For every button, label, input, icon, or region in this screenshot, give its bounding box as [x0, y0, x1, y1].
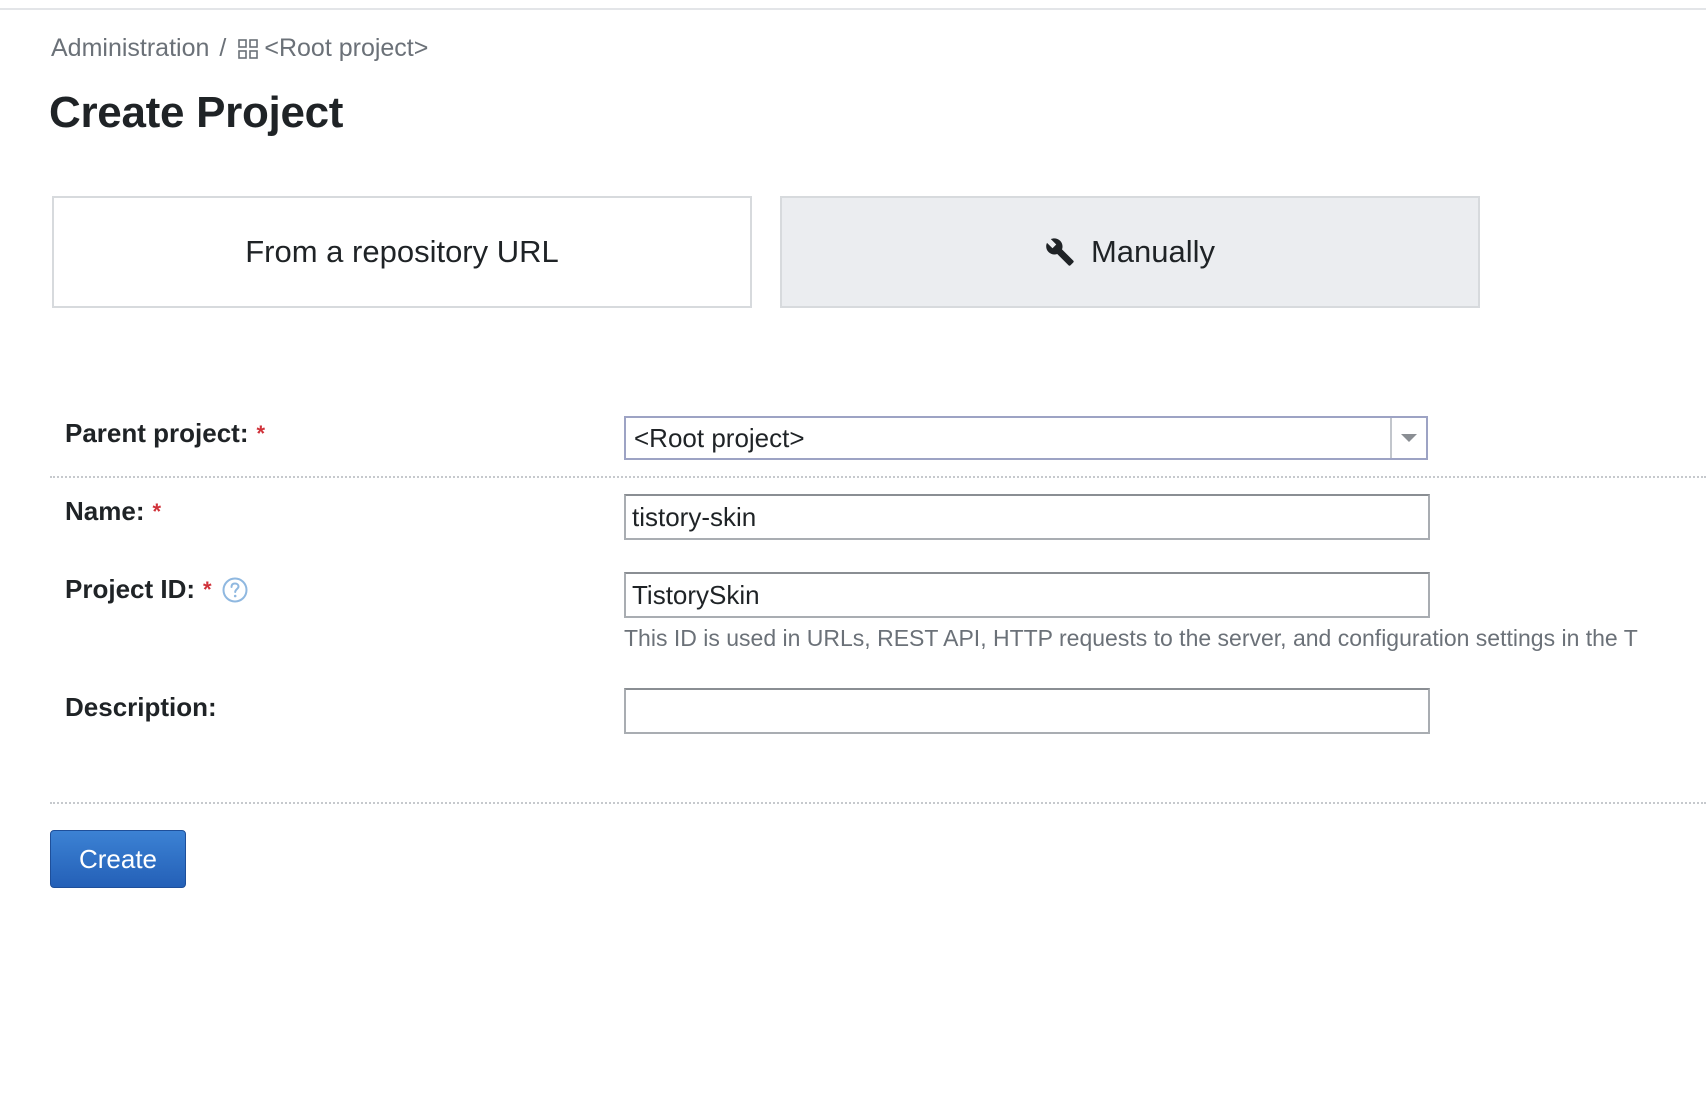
breadcrumb-separator: / — [219, 34, 227, 62]
project-id-hint: This ID is used in URLs, REST API, HTTP … — [624, 625, 1638, 651]
description-label-text: Description: — [65, 692, 217, 722]
breadcrumb: Administration / <Root project> — [51, 34, 428, 63]
project-id-label-text: Project ID: — [65, 574, 196, 604]
parent-project-label: Parent project: * — [65, 418, 265, 449]
required-marker: * — [152, 498, 162, 524]
name-label: Name: * — [65, 496, 161, 527]
project-id-input-value: TistorySkin — [632, 579, 760, 610]
name-input[interactable]: tistory-skin — [624, 494, 1430, 540]
form-divider — [50, 802, 1706, 804]
form-divider — [50, 476, 1706, 478]
help-icon[interactable] — [222, 577, 248, 603]
project-id-input[interactable]: TistorySkin — [624, 572, 1430, 618]
top-border — [0, 8, 1706, 10]
from-repository-url-option[interactable]: From a repository URL — [52, 196, 752, 308]
project-id-label: Project ID: * — [65, 574, 248, 605]
from-repository-url-label: From a repository URL — [245, 234, 559, 269]
breadcrumb-administration-link[interactable]: Administration — [51, 34, 209, 63]
description-input[interactable] — [624, 688, 1430, 734]
name-input-value: tistory-skin — [632, 501, 757, 532]
parent-project-label-text: Parent project: — [65, 418, 249, 448]
parent-project-value: <Root project> — [634, 422, 805, 453]
wrench-icon — [1046, 238, 1074, 266]
manually-label: Manually — [1090, 234, 1216, 269]
manually-option[interactable]: Manually — [780, 196, 1480, 308]
chevron-down-icon — [1401, 434, 1417, 442]
required-marker: * — [256, 420, 266, 446]
breadcrumb-root-project-link[interactable]: <Root project> — [264, 34, 428, 63]
parent-project-select[interactable]: <Root project> — [624, 416, 1428, 460]
dropdown-toggle[interactable] — [1390, 418, 1426, 458]
page-title: Create Project — [49, 88, 344, 137]
create-button[interactable]: Create — [50, 830, 186, 888]
name-label-text: Name: — [65, 496, 145, 526]
description-label: Description: — [65, 692, 217, 723]
required-marker: * — [203, 576, 212, 602]
project-grid-icon — [238, 38, 259, 59]
